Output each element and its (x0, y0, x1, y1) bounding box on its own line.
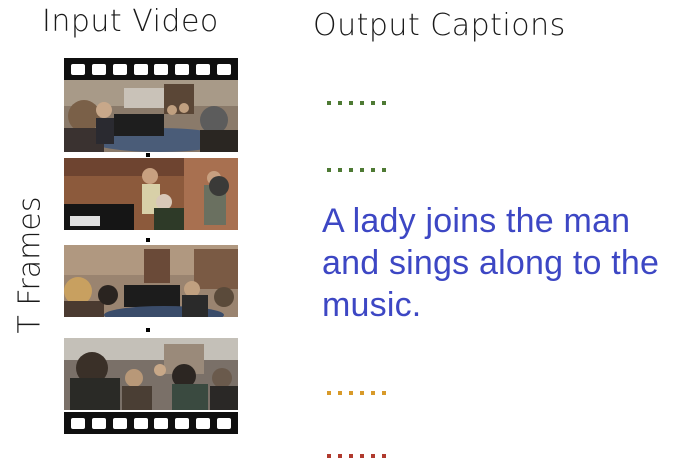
output-caption-text: A lady joins the man and sings along to … (322, 202, 660, 324)
caption-placeholder-dots-3 (327, 380, 407, 395)
caption-placeholder-dots-4 (327, 443, 407, 458)
output-captions-title: Output Captions (313, 8, 566, 43)
t-frames-label: T Frames (12, 196, 48, 334)
film-strip-top (64, 58, 238, 80)
frame-connector-1 (146, 153, 150, 157)
caption-placeholder-dots-1 (327, 90, 407, 105)
video-frame-3 (64, 245, 238, 317)
frame-connector-3 (146, 328, 150, 332)
video-frame-1 (64, 80, 238, 152)
frame-connector-2 (146, 238, 150, 242)
input-video-title: Input Video (42, 4, 219, 39)
video-frame-2 (64, 158, 238, 230)
video-frame-4 (64, 338, 238, 410)
film-strip-bottom (64, 412, 238, 434)
caption-placeholder-dots-2 (327, 157, 407, 172)
